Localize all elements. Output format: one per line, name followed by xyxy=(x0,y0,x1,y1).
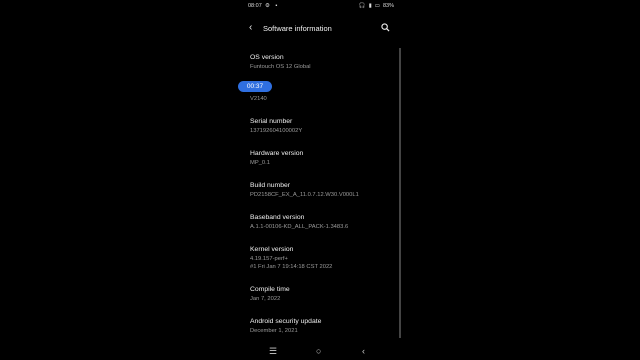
list-item-kernel[interactable]: Kernel version 4.19.157-perf+ #1 Fri Jan… xyxy=(250,246,400,286)
item-label: Build number xyxy=(250,182,291,189)
signal-icon: ▮ xyxy=(368,3,372,9)
header: ‹ Software information xyxy=(240,20,404,38)
status-bar: 08:07 ⚙ ▪ 🎧 ▮ ▭ 83% xyxy=(240,3,404,12)
item-label: Baseband version xyxy=(250,214,305,221)
phone-screen: 08:07 ⚙ ▪ 🎧 ▮ ▭ 83% ‹ Software informati… xyxy=(238,0,404,360)
battery-icon: ▭ xyxy=(374,3,380,9)
list-item-model[interactable]: Model V2140 xyxy=(250,86,400,118)
item-value-2: #1 Fri Jan 7 19:14:18 CST 2022 xyxy=(250,263,333,270)
list-item-compile-time[interactable]: Compile time Jan 7, 2022 xyxy=(250,286,400,318)
item-label: Serial number xyxy=(250,118,293,125)
list-item-serial[interactable]: Serial number 137192604100002Y xyxy=(250,118,400,150)
item-label: Compile time xyxy=(250,286,290,293)
item-value: Funtouch OS 12 Global xyxy=(250,64,311,70)
list-item-build[interactable]: Build number PD2158CF_EX_A_11.0.7.12.W30… xyxy=(250,182,400,214)
item-label: Model xyxy=(250,86,400,94)
headset-icon: 🎧 xyxy=(358,3,366,9)
item-value: 4.19.157-perf+ xyxy=(250,256,288,262)
status-right: 🎧 ▮ ▭ 83% xyxy=(359,3,394,9)
screen-record-timer[interactable]: 00:37 xyxy=(238,81,272,92)
item-value: 137192604100002Y xyxy=(250,128,303,134)
list-item-os-version[interactable]: OS version Funtouch OS 12 Global xyxy=(250,54,400,86)
notification-icons: ⚙ ▪ xyxy=(265,3,280,9)
search-icon[interactable] xyxy=(381,23,390,32)
item-value: PD2158CF_EX_A_11.0.7.12.W30.V000L1 xyxy=(250,192,359,198)
item-value: Jan 7, 2022 xyxy=(250,296,281,302)
battery-percent: 83% xyxy=(382,3,394,9)
page-title: Software information xyxy=(263,24,332,33)
item-label: Hardware version xyxy=(250,150,304,157)
menu-icon[interactable]: ☰ xyxy=(269,346,277,357)
scrollbar[interactable] xyxy=(399,48,401,338)
item-value: V2140 xyxy=(250,96,267,102)
item-value: MP_0.1 xyxy=(250,160,270,166)
item-label: Android security update xyxy=(250,318,322,325)
status-time: 08:07 xyxy=(248,3,262,9)
navigation-bar: ☰ ○ ‹ xyxy=(240,344,404,358)
item-label: OS version xyxy=(250,54,284,61)
home-icon[interactable]: ○ xyxy=(316,346,321,356)
item-label: Kernel version xyxy=(250,246,294,253)
info-list: OS version Funtouch OS 12 Global Model V… xyxy=(250,54,400,350)
list-item-baseband[interactable]: Baseband version A.1.1-00106-KD_ALL_PACK… xyxy=(250,214,400,246)
list-item-hardware[interactable]: Hardware version MP_0.1 xyxy=(250,150,400,182)
item-value: December 1, 2021 xyxy=(250,328,298,334)
item-value: A.1.1-00106-KD_ALL_PACK-1.3483.6 xyxy=(250,224,349,230)
back-arrow-icon[interactable]: ‹ xyxy=(249,22,252,33)
back-nav-icon[interactable]: ‹ xyxy=(362,346,365,356)
